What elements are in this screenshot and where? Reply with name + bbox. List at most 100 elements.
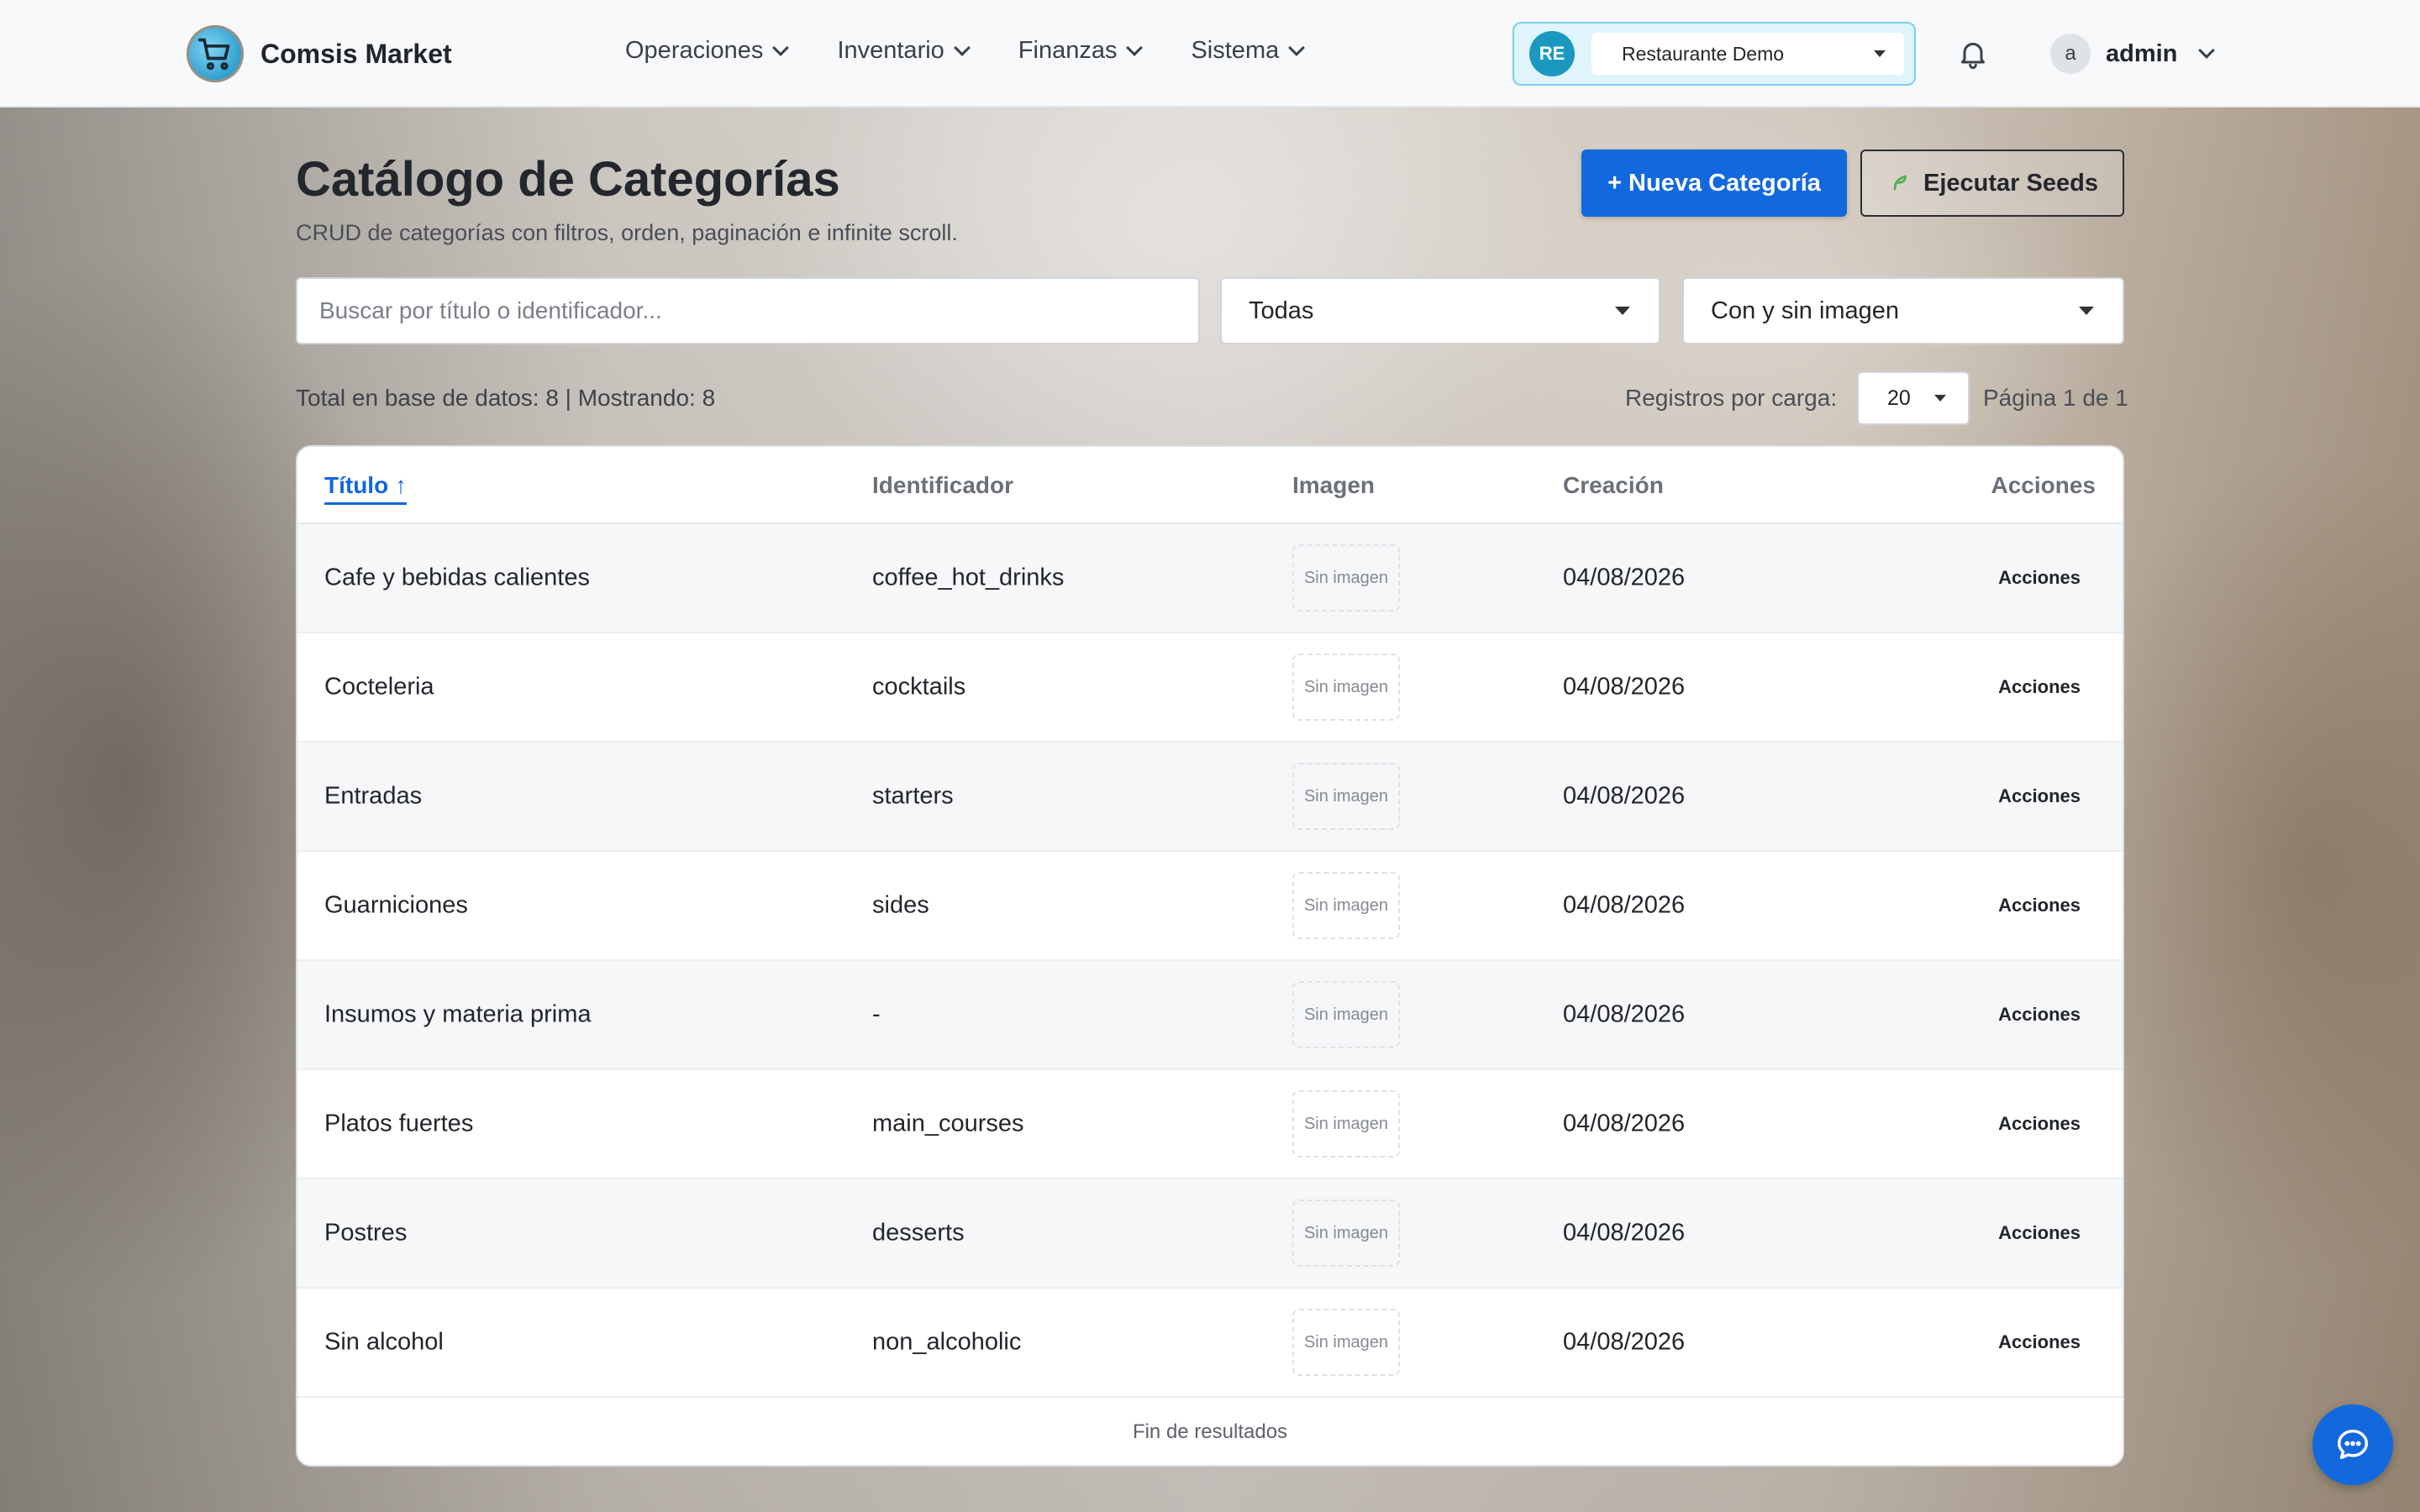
user-name: admin: [2106, 39, 2178, 67]
column-header-image: Imagen: [1292, 472, 1376, 498]
cell-title: Platos fuertes: [324, 1110, 474, 1137]
nav-item-inventario[interactable]: Inventario: [837, 37, 971, 65]
cell-identifier: sides: [872, 891, 929, 919]
cell-title: Insumos y materia prima: [324, 1000, 592, 1028]
cell-title: Cocteleria: [324, 673, 434, 701]
cell-created: 04/08/2026: [1563, 782, 1686, 810]
chevron-down-icon: [1288, 39, 1306, 56]
nav-item-label: Inventario: [837, 37, 944, 64]
page-subtitle: CRUD de categorías con filtros, orden, p…: [296, 220, 958, 245]
row-actions-button[interactable]: Acciones: [1998, 1113, 2081, 1135]
table-row: Entradas starters Sin imagen 04/08/2026 …: [297, 743, 2123, 852]
cell-identifier: main_courses: [872, 1110, 1024, 1137]
sprout-icon: [1886, 168, 1912, 199]
new-category-button[interactable]: + Nueva Categoría: [1581, 150, 1847, 217]
per-load-select[interactable]: 20: [1857, 371, 1970, 425]
image-placeholder: Sin imagen: [1292, 1309, 1400, 1376]
table-row: Guarniciones sides Sin imagen 04/08/2026…: [297, 852, 2123, 961]
nav-item-finanzas[interactable]: Finanzas: [1018, 37, 1144, 65]
page-info: Página 1 de 1: [1983, 385, 2128, 411]
image-placeholder: Sin imagen: [1292, 1200, 1400, 1267]
nav-item-operaciones[interactable]: Operaciones: [625, 37, 790, 65]
row-actions-button[interactable]: Acciones: [1998, 1331, 2081, 1353]
bell-icon[interactable]: [1956, 37, 1990, 71]
cell-title: Guarniciones: [324, 891, 468, 919]
status-filter-value: Todas: [1249, 297, 1314, 324]
image-filter-select[interactable]: Con y sin imagen: [1682, 277, 2124, 344]
image-placeholder: Sin imagen: [1292, 872, 1400, 939]
shopping-cart-icon: [187, 25, 244, 82]
table-footer: Fin de resultados: [1132, 1420, 1288, 1443]
avatar: a: [2050, 34, 2091, 74]
cell-identifier: non_alcoholic: [872, 1328, 1022, 1356]
chevron-down-icon: [1126, 39, 1144, 56]
cell-identifier: cocktails: [872, 673, 966, 701]
row-actions-button[interactable]: Acciones: [1998, 1004, 2081, 1026]
cell-identifier: -: [872, 1000, 881, 1028]
cell-identifier: desserts: [872, 1219, 965, 1247]
row-actions-button[interactable]: Acciones: [1998, 567, 2081, 589]
chat-button[interactable]: [2312, 1404, 2393, 1485]
caret-down-icon: [1934, 395, 1946, 402]
column-header-title[interactable]: Título ↑: [324, 472, 407, 505]
brand[interactable]: Comsis Market: [187, 25, 452, 82]
tenant-switcher: RE Restaurante Demo: [1512, 22, 1916, 86]
image-filter-value: Con y sin imagen: [1711, 297, 1900, 324]
nav-item-label: Finanzas: [1018, 37, 1118, 64]
column-header-identifier[interactable]: Identificador: [872, 472, 1013, 499]
image-placeholder: Sin imagen: [1292, 544, 1400, 612]
table-row: Cafe y bebidas calientes coffee_hot_drin…: [297, 524, 2123, 633]
cell-title: Cafe y bebidas calientes: [324, 564, 590, 591]
status-filter-select[interactable]: Todas: [1220, 277, 1660, 344]
top-navbar: Comsis Market Operaciones Inventario Fin…: [0, 0, 2420, 108]
tenant-badge: RE: [1529, 31, 1575, 76]
cell-created: 04/08/2026: [1563, 673, 1686, 701]
page-title: Catálogo de Categorías: [296, 152, 840, 207]
table-row: Platos fuertes main_courses Sin imagen 0…: [297, 1070, 2123, 1179]
nav-item-sistema[interactable]: Sistema: [1191, 37, 1306, 65]
cell-title: Entradas: [324, 782, 423, 810]
row-actions-button[interactable]: Acciones: [1998, 895, 2081, 916]
column-header-created[interactable]: Creación: [1563, 472, 1664, 499]
row-actions-button[interactable]: Acciones: [1998, 785, 2081, 807]
per-load-label: Registros por carga:: [1625, 385, 1838, 411]
cell-created: 04/08/2026: [1563, 1328, 1686, 1356]
row-actions-button[interactable]: Acciones: [1998, 1222, 2081, 1244]
run-seeds-button[interactable]: Ejecutar Seeds: [1860, 150, 2124, 217]
cell-created: 04/08/2026: [1563, 891, 1686, 919]
table-header: Título ↑ Identificador Imagen Creación A…: [297, 447, 2123, 524]
image-placeholder: Sin imagen: [1292, 1090, 1400, 1158]
cell-title: Sin alcohol: [324, 1328, 444, 1356]
row-actions-button[interactable]: Acciones: [1998, 676, 2081, 698]
categories-table: Título ↑ Identificador Imagen Creación A…: [296, 445, 2124, 1467]
chevron-down-icon: [772, 39, 790, 56]
user-menu[interactable]: a admin: [2050, 34, 2216, 74]
caret-down-icon: [2079, 307, 2094, 315]
nav-item-label: Sistema: [1191, 37, 1280, 64]
cell-identifier: starters: [872, 782, 954, 810]
tenant-name: Restaurante Demo: [1622, 42, 1785, 65]
main-nav: Operaciones Inventario Finanzas Sistema: [625, 37, 1306, 65]
image-placeholder: Sin imagen: [1292, 654, 1400, 721]
caret-down-icon: [1874, 50, 1886, 57]
cell-title: Postres: [324, 1219, 408, 1247]
brand-name: Comsis Market: [260, 38, 452, 69]
table-row: Postres desserts Sin imagen 04/08/2026 A…: [297, 1179, 2123, 1289]
cell-created: 04/08/2026: [1563, 1219, 1686, 1247]
search-input[interactable]: [296, 277, 1200, 344]
chevron-down-icon: [2198, 42, 2216, 59]
chat-bubble-icon: [2337, 1429, 2369, 1460]
cell-created: 04/08/2026: [1563, 1110, 1686, 1137]
image-placeholder: Sin imagen: [1292, 763, 1400, 830]
cell-created: 04/08/2026: [1563, 1000, 1686, 1028]
totals-text: Total en base de datos: 8 | Mostrando: 8: [296, 385, 716, 411]
run-seeds-label: Ejecutar Seeds: [1923, 169, 2098, 197]
table-row: Sin alcohol non_alcoholic Sin imagen 04/…: [297, 1289, 2123, 1398]
nav-item-label: Operaciones: [625, 37, 764, 64]
tenant-select[interactable]: Restaurante Demo: [1591, 33, 1904, 75]
column-header-actions: Acciones: [1991, 472, 2096, 498]
cell-created: 04/08/2026: [1563, 564, 1686, 591]
caret-down-icon: [1615, 307, 1630, 315]
per-load-value: 20: [1887, 386, 1911, 410]
cell-identifier: coffee_hot_drinks: [872, 564, 1065, 591]
